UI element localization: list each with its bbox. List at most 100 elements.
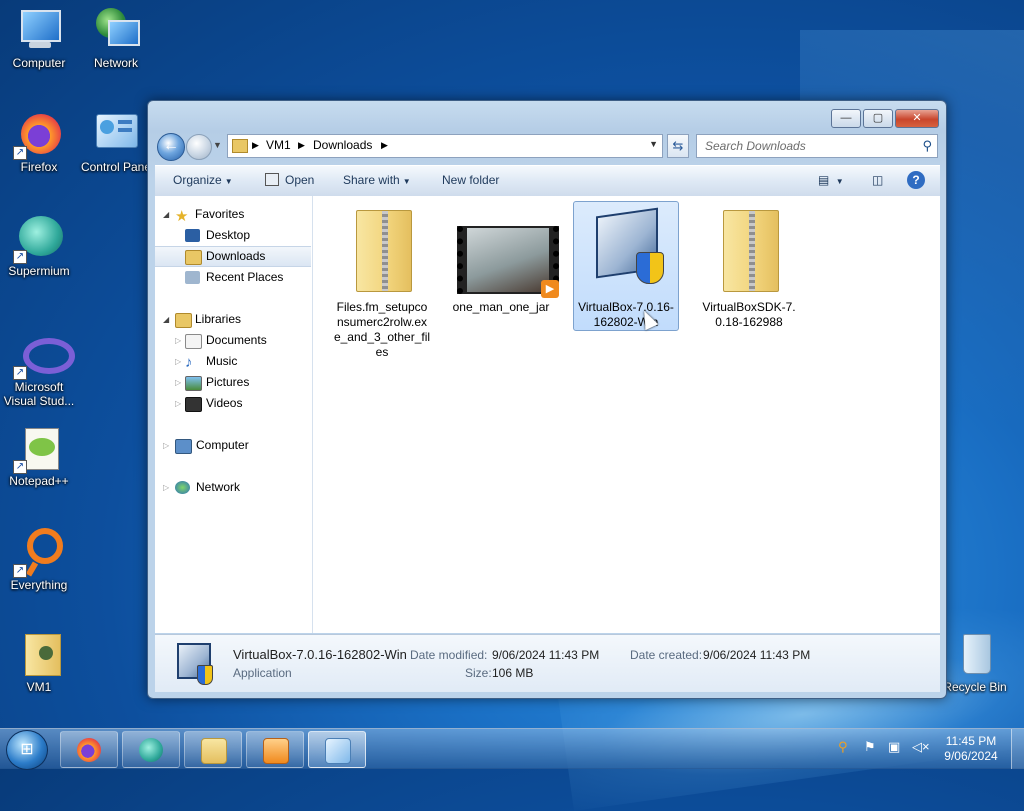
libraries-icon (175, 313, 192, 328)
refresh-icon: ⇆ (672, 138, 684, 153)
nav-videos[interactable]: ▷ Videos (155, 393, 311, 414)
show-desktop-button[interactable] (1011, 729, 1024, 769)
search-icon[interactable]: ⚲ (922, 138, 932, 154)
file-name-line: VirtualBoxSDK-7. (702, 300, 796, 314)
nav-label: Libraries (195, 312, 242, 326)
folder-icon (232, 139, 248, 153)
file-name-line: 162802-Win (593, 315, 659, 329)
collapse-arrow-icon[interactable]: ▷ (163, 435, 169, 456)
nav-network[interactable]: ▷ Network (155, 477, 311, 498)
taskbar-supermium[interactable] (122, 731, 180, 768)
collapse-arrow-icon[interactable]: ▷ (175, 372, 181, 393)
new-folder-button[interactable]: New folder (442, 173, 499, 187)
desktop-icon-label: Recycle Bin (943, 680, 1007, 694)
nav-favorites[interactable]: ◢ ★ Favorites (155, 204, 311, 225)
system-clock[interactable]: 11:45 PM 9/06/2024 (940, 734, 1002, 764)
organize-button[interactable]: Organize ▼ (173, 173, 233, 187)
control-panel-icon (325, 738, 351, 764)
desktop-icon-label: VM1 (26, 680, 52, 694)
desktop-icon-firefox[interactable]: ↗ Firefox (1, 110, 77, 174)
help-button[interactable]: ? (907, 171, 925, 189)
taskbar-media-player[interactable] (246, 731, 304, 768)
minimize-button[interactable]: — (831, 109, 861, 128)
navigation-row: ← ▼ ▶ VM1 ▶ Downloads ▶ ▼ ⇆ Search Downl… (157, 133, 938, 161)
date-modified-label: Date modified: (410, 648, 488, 662)
close-button[interactable]: ✕ (895, 109, 939, 128)
nav-label: Recent Places (206, 270, 284, 284)
taskbar-firefox[interactable] (60, 731, 118, 768)
nav-pictures[interactable]: ▷ Pictures (155, 372, 311, 393)
file-item[interactable]: Files.fm_setupco nsumerc2rolw.ex e_and_3… (330, 202, 434, 360)
collapse-arrow-icon[interactable]: ▷ (175, 351, 181, 372)
desktop-icon-notepadpp[interactable]: ↗ Notepad++ (1, 424, 77, 488)
action-center-flag-icon[interactable]: ⚑ (864, 739, 876, 755)
star-icon: ★ (175, 208, 189, 225)
file-name-line: VirtualBox-7.0.16- (578, 300, 674, 314)
nav-label: Documents (206, 333, 267, 347)
volume-muted-icon[interactable]: ◁× (912, 739, 930, 755)
file-name-line: Files.fm_setupco (336, 300, 428, 314)
forward-button[interactable] (186, 134, 212, 160)
desktop-icon-supermium[interactable]: ↗ Supermium (1, 214, 77, 278)
open-button[interactable]: Open (265, 173, 314, 187)
collapse-arrow-icon[interactable]: ▷ (175, 330, 181, 351)
change-view-button[interactable]: ▤ ▼ (818, 173, 844, 187)
nav-libraries[interactable]: ◢ Libraries (155, 309, 311, 330)
breadcrumb-downloads[interactable]: Downloads (313, 138, 372, 152)
address-dropdown-icon[interactable]: ▼ (649, 139, 658, 149)
address-bar[interactable]: ▶ VM1 ▶ Downloads ▶ ▼ (227, 134, 663, 158)
nav-downloads[interactable]: Downloads (155, 246, 311, 267)
nav-label: Favorites (195, 207, 245, 221)
breadcrumb-separator-icon[interactable]: ▶ (252, 140, 259, 151)
nav-computer[interactable]: ▷ Computer (155, 435, 311, 456)
breadcrumb-separator-icon[interactable]: ▶ (298, 140, 305, 151)
breadcrumb-vm1[interactable]: VM1 (266, 138, 291, 152)
network-tray-icon[interactable]: ▣ (888, 739, 900, 755)
folder-icon (201, 738, 227, 764)
nav-label: Music (206, 354, 238, 368)
network-icon (92, 6, 140, 54)
desktop-icon-recycle-bin[interactable]: Recycle Bin (937, 630, 1013, 694)
refresh-button[interactable]: ⇆ (667, 134, 689, 158)
desktop-icon-everything[interactable]: ↗ Everything (1, 528, 77, 592)
file-item-selected[interactable]: VirtualBox-7.0.16- 162802-Win (573, 201, 679, 331)
preview-pane-button[interactable]: ◫ (872, 173, 883, 187)
organize-label: Organize (173, 173, 222, 187)
nav-documents[interactable]: ▷ Documents (155, 330, 311, 351)
nav-recent-places[interactable]: Recent Places (155, 267, 311, 288)
nav-label: Videos (206, 396, 243, 410)
maximize-button[interactable]: ▢ (863, 109, 893, 128)
expand-arrow-icon[interactable]: ◢ (163, 309, 169, 330)
collapse-arrow-icon[interactable]: ▷ (163, 477, 169, 498)
desktop-icon-network[interactable]: Network (78, 6, 154, 70)
taskbar-control-panel[interactable] (308, 731, 366, 768)
collapse-arrow-icon[interactable]: ▷ (175, 393, 181, 414)
desktop-icon-control-panel[interactable]: Control Pane (78, 110, 154, 174)
desktop-icon-visual-studio[interactable]: ↗ Microsoft Visual Stud... (1, 330, 77, 408)
recent-pages-dropdown[interactable]: ▼ (213, 140, 222, 150)
desktop-icon-computer[interactable]: Computer (1, 6, 77, 70)
taskbar-explorer[interactable] (184, 731, 242, 768)
documents-icon (185, 334, 202, 349)
breadcrumb-separator-icon[interactable]: ▶ (381, 140, 388, 151)
desktop-icon-vm1[interactable]: VM1 (1, 630, 77, 694)
virtualbox-installer-icon (578, 204, 674, 296)
search-box[interactable]: Search Downloads ⚲ (696, 134, 938, 158)
computer-icon (15, 6, 63, 54)
back-button[interactable]: ← (157, 133, 185, 161)
search-tray-icon[interactable]: ⚲ (838, 739, 848, 755)
zip-folder-icon (334, 204, 430, 296)
nav-music[interactable]: ▷ ♪ Music (155, 351, 311, 372)
nav-label: Downloads (206, 249, 266, 263)
pictures-icon (185, 376, 202, 391)
explorer-window[interactable]: — ▢ ✕ ← ▼ ▶ VM1 ▶ Downloads ▶ ▼ ⇆ Search… (147, 100, 947, 699)
start-button[interactable]: ⊞ (6, 730, 48, 770)
supermium-icon: ↗ (13, 214, 63, 264)
file-name-line: e_and_3_other_fil (333, 330, 431, 344)
file-item[interactable]: ▶ one_man_one_jar (449, 202, 559, 315)
command-bar: Organize ▼ Open Share with ▼ New folder ▤ … (155, 165, 940, 197)
share-with-button[interactable]: Share with ▼ (343, 173, 411, 187)
nav-desktop[interactable]: Desktop (155, 225, 311, 246)
file-item[interactable]: VirtualBoxSDK-7. 0.18-162988 (697, 202, 801, 330)
expand-arrow-icon[interactable]: ◢ (163, 204, 169, 225)
